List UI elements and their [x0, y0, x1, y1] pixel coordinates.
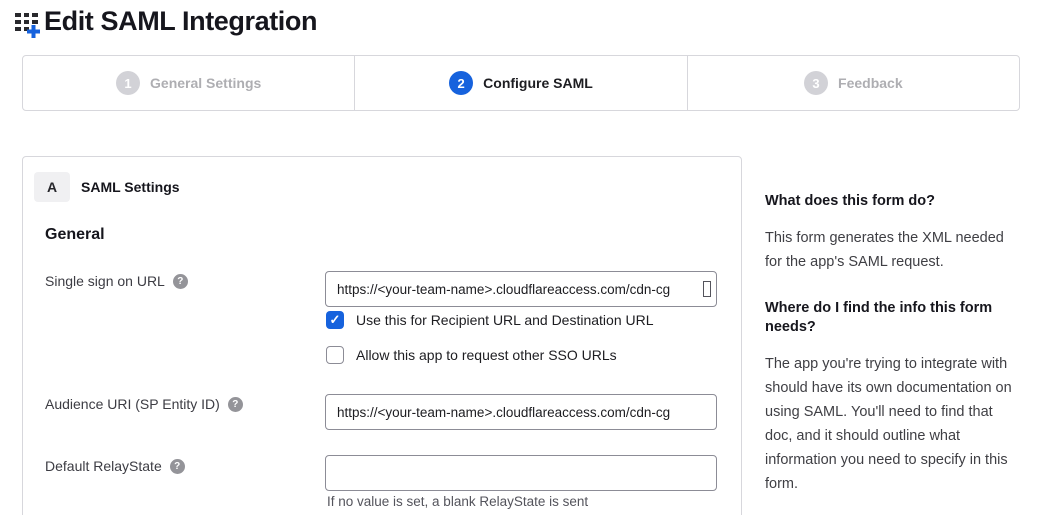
relay-state-input[interactable] [325, 455, 717, 491]
sso-url-label: Single sign on URL [45, 273, 165, 289]
add-app-icon [14, 9, 41, 39]
group-heading-general: General [45, 226, 105, 244]
step-number-badge: 3 [804, 71, 828, 95]
audience-uri-input[interactable] [325, 394, 717, 430]
step-number-badge: 1 [116, 71, 140, 95]
wizard-step-bar: 1 General Settings 2 Configure SAML 3 Fe… [22, 55, 1020, 111]
sso-url-input-wrap [325, 271, 717, 307]
relay-state-hint: If no value is set, a blank RelayState i… [327, 494, 588, 509]
help-question-1: What does this form do? [765, 192, 1015, 211]
help-question-2: Where do I find the info this form needs… [765, 299, 1015, 337]
page-title: Edit SAML Integration [44, 6, 317, 37]
relay-state-label: Default RelayState [45, 458, 162, 474]
step-number-badge: 2 [449, 71, 473, 95]
audience-uri-label-row: Audience URI (SP Entity ID) ? [45, 396, 243, 412]
recipient-url-checkbox[interactable]: ✓ [326, 311, 344, 329]
step-label: General Settings [150, 75, 261, 91]
recipient-url-checkbox-row[interactable]: ✓ Use this for Recipient URL and Destina… [326, 311, 654, 329]
check-icon: ✓ [330, 312, 341, 328]
help-answer-1: This form generates the XML needed for t… [765, 226, 1015, 274]
sso-url-input[interactable] [325, 271, 717, 307]
other-sso-urls-checkbox-row[interactable]: Allow this app to request other SSO URLs [326, 346, 617, 364]
help-icon[interactable]: ? [170, 459, 185, 474]
recipient-url-checkbox-label: Use this for Recipient URL and Destinati… [356, 312, 654, 328]
step-label: Feedback [838, 75, 903, 91]
help-sidebar: What does this form do? This form genera… [765, 192, 1015, 515]
help-icon[interactable]: ? [173, 274, 188, 289]
sso-url-label-row: Single sign on URL ? [45, 273, 188, 289]
other-sso-urls-checkbox-label: Allow this app to request other SSO URLs [356, 347, 617, 363]
saml-settings-card: A SAML Settings General Single sign on U… [22, 156, 742, 515]
section-title: SAML Settings [81, 179, 180, 195]
help-answer-2: The app you're trying to integrate with … [765, 352, 1015, 496]
other-sso-urls-checkbox[interactable] [326, 346, 344, 364]
section-badge: A [34, 172, 70, 202]
step-tab-feedback[interactable]: 3 Feedback [687, 56, 1019, 110]
page-header: Edit SAML Integration [14, 6, 317, 37]
step-label: Configure SAML [483, 75, 593, 91]
audience-uri-label: Audience URI (SP Entity ID) [45, 396, 220, 412]
relay-state-label-row: Default RelayState ? [45, 458, 185, 474]
help-icon[interactable]: ? [228, 397, 243, 412]
step-tab-configure-saml[interactable]: 2 Configure SAML [354, 56, 686, 110]
step-tab-general-settings[interactable]: 1 General Settings [23, 56, 354, 110]
